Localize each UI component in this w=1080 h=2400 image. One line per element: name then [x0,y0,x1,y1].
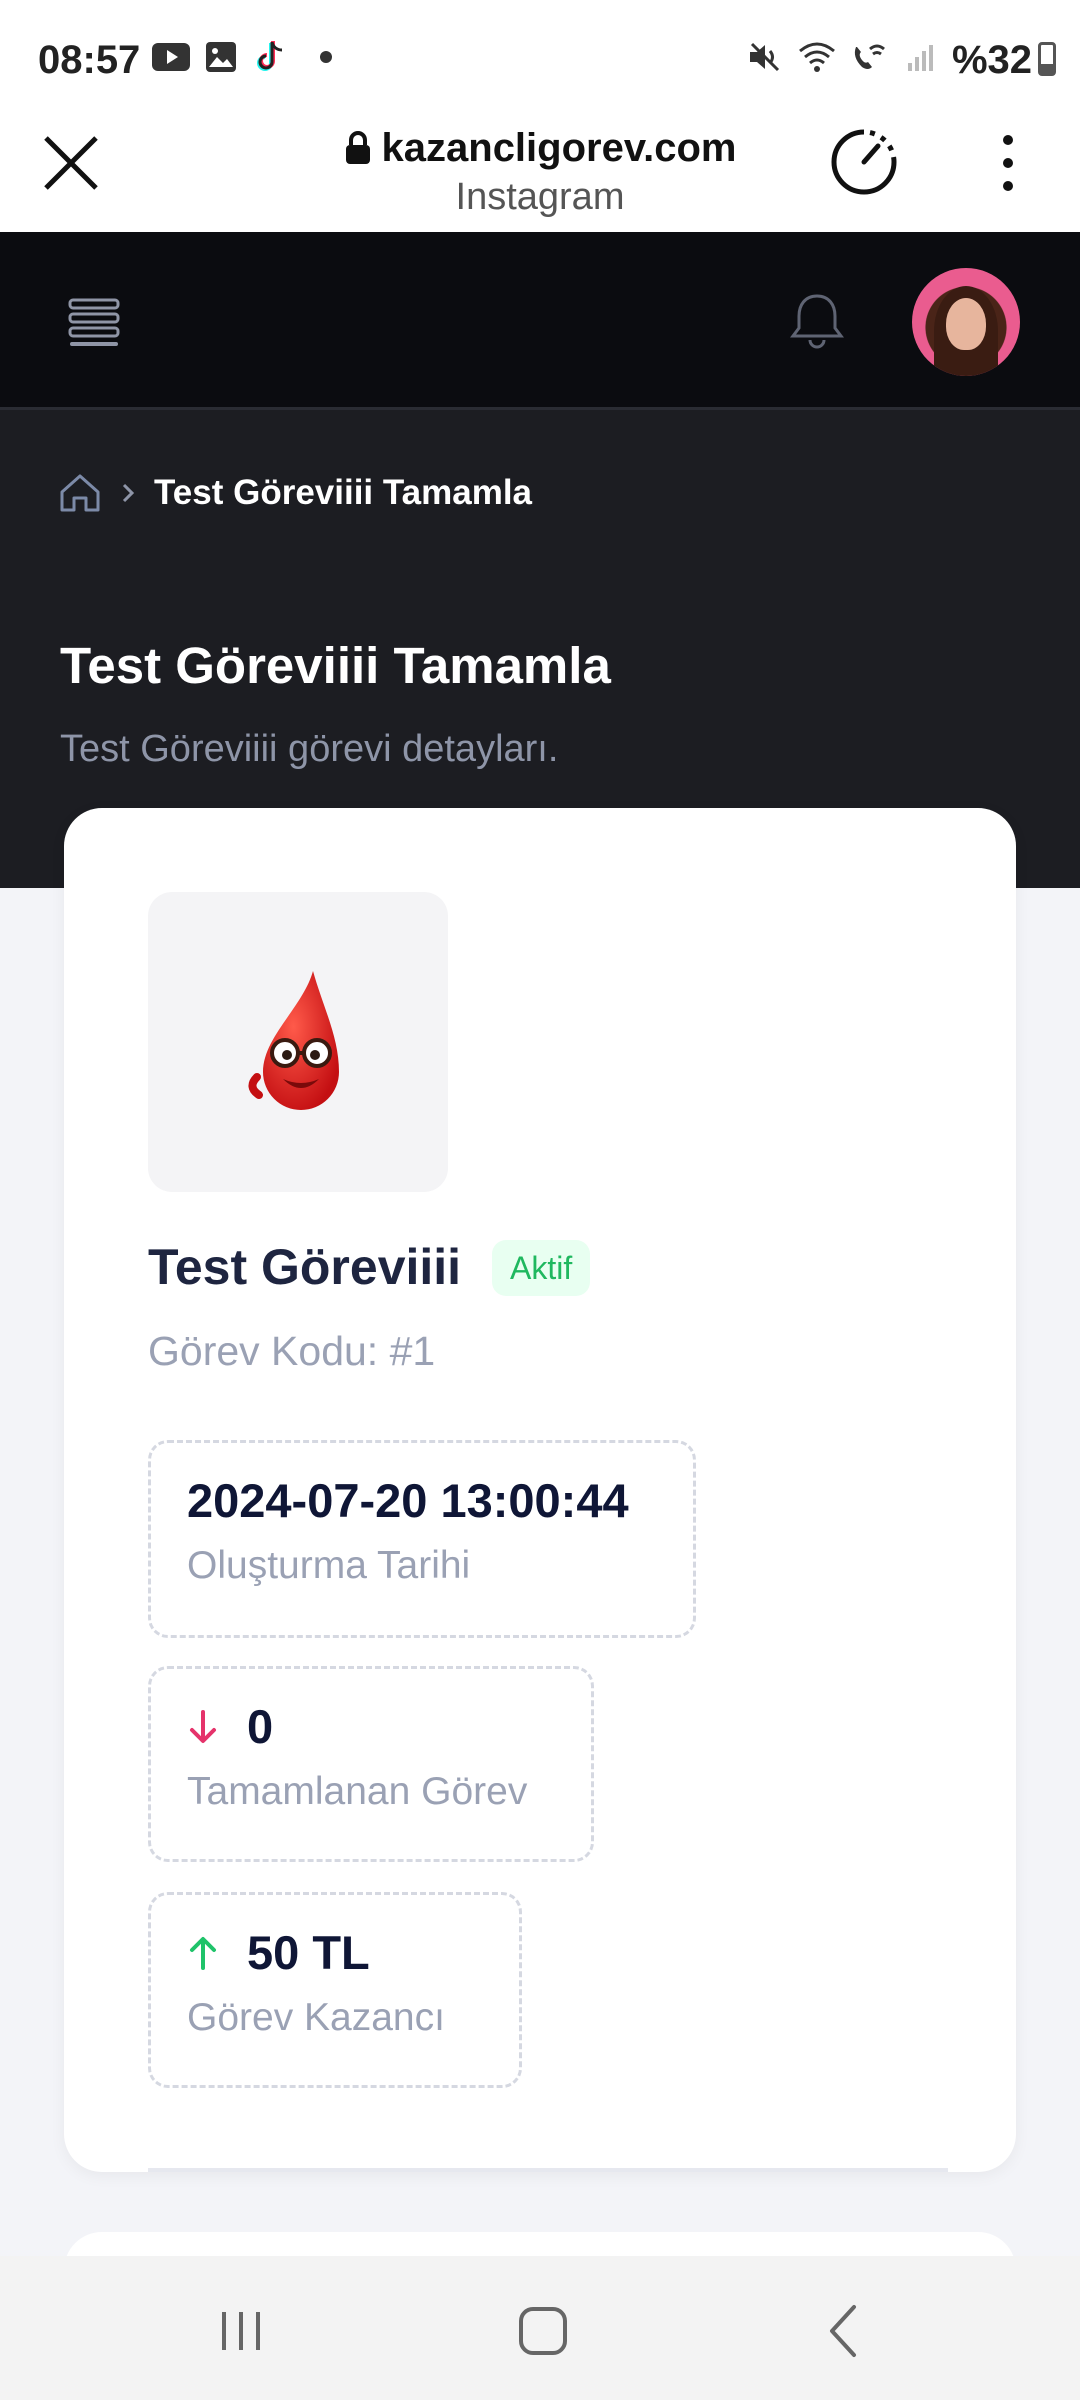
close-icon [44,136,98,190]
page-title: Test Göreviiii Tamamla [60,637,611,694]
dot-icon [320,51,332,63]
signal-icon [902,40,940,74]
status-bar: 08:57 %32 [0,0,1080,120]
more-options-button[interactable] [978,130,1038,196]
more-vertical-icon [1003,135,1013,191]
notifications-button[interactable] [790,290,844,350]
menu-icon [68,298,120,346]
speedometer-icon [831,129,897,195]
status-icons-left [152,40,332,74]
stat-completed-tasks: 0 Tamamlanan Görev [148,1666,594,1862]
chevron-right-icon [122,483,135,503]
task-name: Test Göreviiii [148,1239,462,1295]
completed-count-label: Tamamlanan Görev [187,1770,528,1813]
task-card: Test Göreviiii Aktif Görev Kodu: #1 2024… [64,808,1016,2172]
avatar[interactable] [912,268,1020,376]
blood-drop-mascot-icon [248,971,339,1110]
battery-icon [1038,42,1056,76]
status-time: 08:57 [38,38,141,82]
browser-bar: kazancligorev.com Instagram [0,120,1080,232]
back-button[interactable] [810,2296,880,2366]
wifi-icon [798,40,836,74]
lock-icon [345,131,370,164]
close-button[interactable] [36,128,106,198]
url-block[interactable]: kazancligorev.com Instagram [340,120,740,219]
page-subtitle: Test Göreviiii görevi detayları. [60,728,559,770]
recent-apps-button[interactable] [206,2296,276,2366]
back-icon [830,2305,856,2357]
menu-button[interactable] [64,292,124,352]
home-square-icon [519,2307,567,2355]
mute-icon [746,40,784,74]
battery-percent: %32 [951,38,1032,82]
wifi-call-icon [850,40,888,74]
breadcrumb-home[interactable] [58,472,102,514]
arrow-up-icon [190,1936,216,1970]
status-icons-right [746,40,940,74]
task-image [148,892,448,1192]
url-text: kazancligorev.com [381,125,737,170]
breadcrumb: Test Göreviiii Tamamla [58,472,532,514]
url-source: Instagram [455,176,625,218]
card-divider [148,2168,948,2172]
status-badge: Aktif [492,1240,591,1296]
stat-created-date: 2024-07-20 13:00:44 Oluşturma Tarihi [148,1440,696,1638]
bell-icon [790,294,844,349]
task-code: Görev Kodu: #1 [148,1328,436,1374]
completed-count-value: 0 [247,1700,274,1753]
home-icon [60,474,100,512]
arrow-down-icon [190,1709,216,1743]
earning-label: Görev Kazancı [187,1996,445,2039]
gallery-icon [202,40,240,74]
recent-apps-icon [222,2312,260,2350]
tiktok-icon [252,40,290,74]
app-header [0,232,1080,410]
home-button[interactable] [508,2296,578,2366]
stat-task-earning: 50 TL Görev Kazancı [148,1892,522,2088]
created-date-label: Oluşturma Tarihi [187,1544,471,1587]
created-date-value: 2024-07-20 13:00:44 [187,1474,629,1527]
breadcrumb-current: Test Göreviiii Tamamla [154,473,533,512]
system-nav-bar [0,2256,1080,2400]
speed-button[interactable] [828,126,900,198]
youtube-icon [152,40,190,74]
earning-value: 50 TL [247,1926,370,1979]
